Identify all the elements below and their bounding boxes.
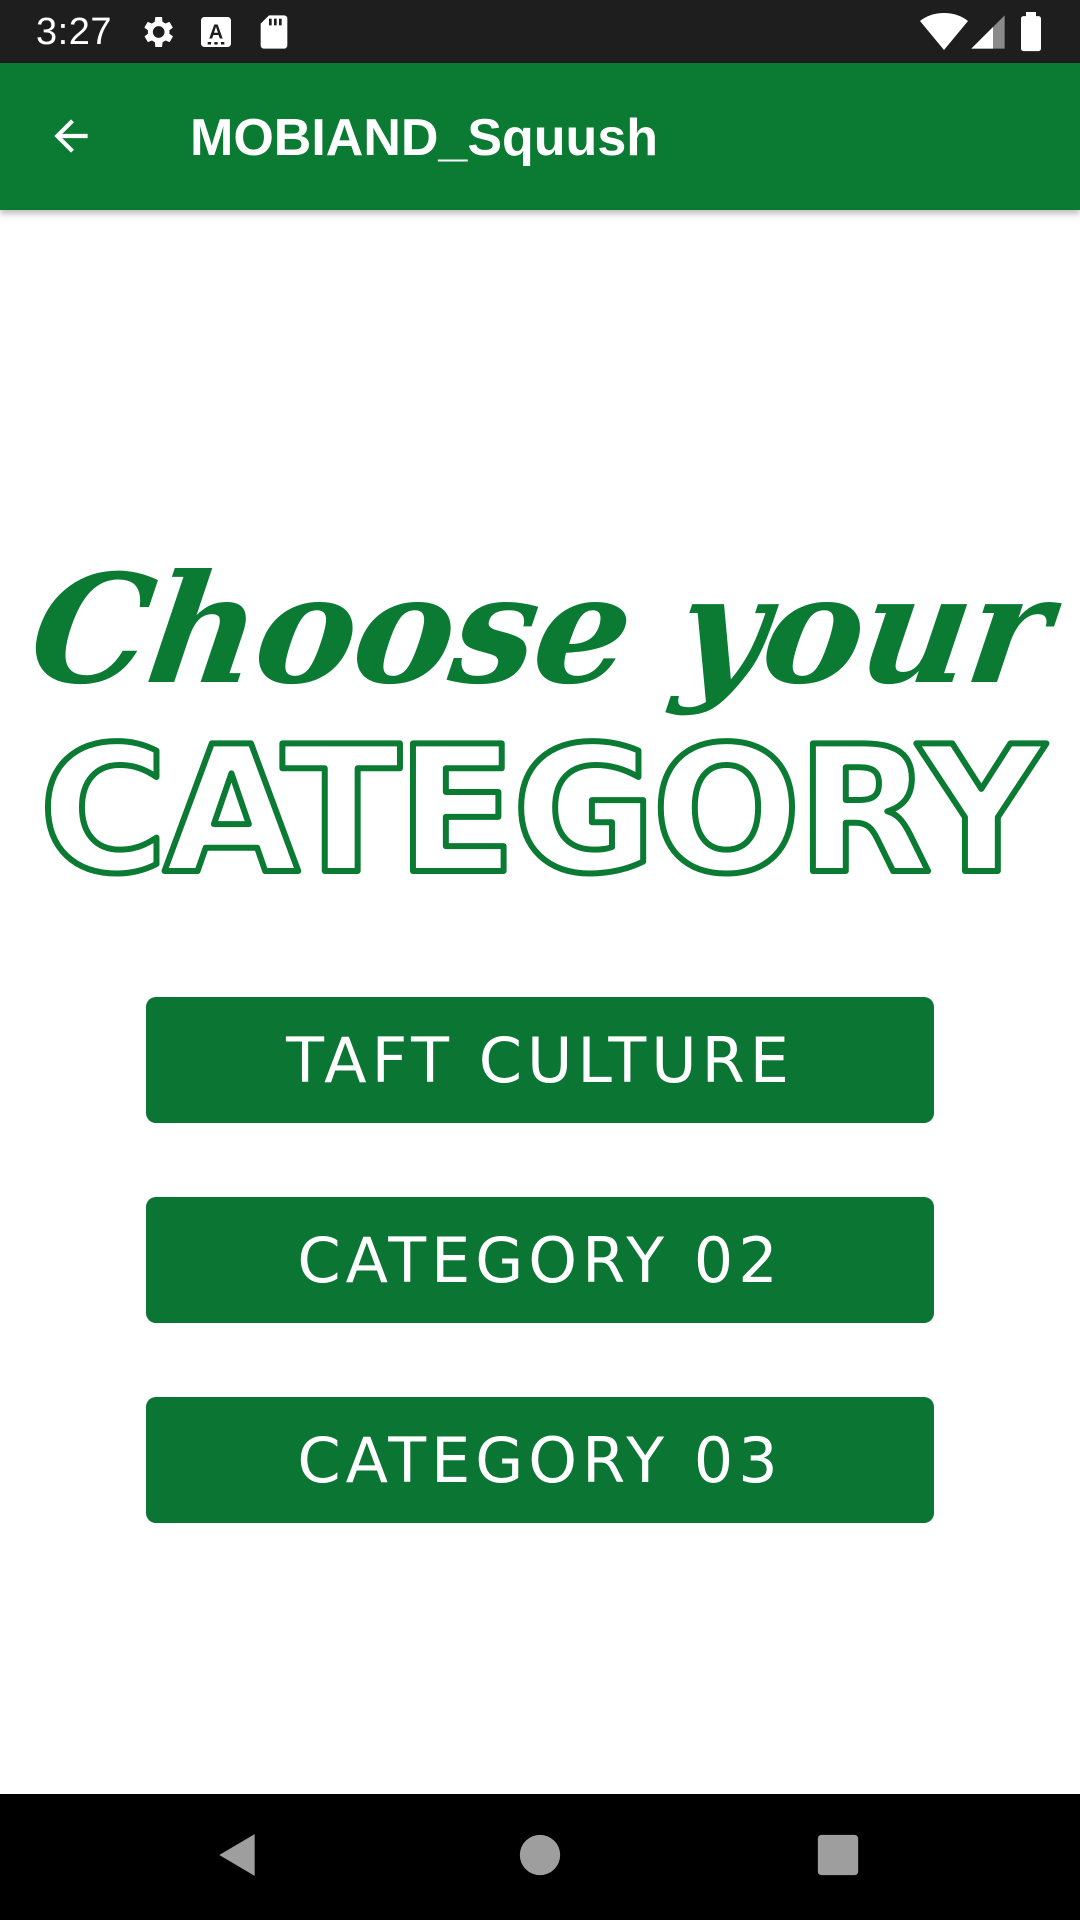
svg-text:A: A	[209, 22, 223, 44]
app-bar: MOBIAND_Squush	[0, 63, 1080, 210]
gear-icon	[137, 12, 177, 52]
screen: 3:27 A MOBIAND_Squush Choose your CATEGO…	[0, 0, 1080, 1920]
category-button-taft-culture[interactable]: TAFT CULTURE	[146, 997, 934, 1123]
svg-text:CATEGORY: CATEGORY	[39, 716, 1047, 896]
nav-recents-button[interactable]	[808, 1827, 868, 1887]
nav-back-button[interactable]	[208, 1827, 268, 1887]
heading-script-text: Choose your	[20, 542, 1060, 718]
category-button-label: CATEGORY 03	[297, 1423, 783, 1497]
a-keyboard-icon: A	[196, 12, 236, 52]
battery-icon	[1016, 12, 1046, 52]
nav-home-button[interactable]	[510, 1827, 570, 1887]
back-button[interactable]	[36, 103, 106, 173]
back-triangle-icon	[213, 1830, 263, 1885]
sd-card-icon	[254, 12, 294, 52]
category-button-label: TAFT CULTURE	[286, 1023, 794, 1097]
category-button-label: CATEGORY 02	[297, 1223, 783, 1297]
wifi-icon	[920, 12, 968, 52]
signal-icon	[968, 12, 1008, 52]
status-time: 3:27	[36, 11, 112, 53]
category-button-02[interactable]: CATEGORY 02	[146, 1197, 934, 1323]
home-circle-icon	[518, 1833, 562, 1882]
heading-category-text: CATEGORY	[36, 716, 1054, 896]
navigation-bar	[0, 1794, 1080, 1920]
app-title: MOBIAND_Squush	[190, 109, 658, 167]
heading-graphic: Choose your CATEGORY	[0, 540, 1080, 900]
status-bar: 3:27 A	[0, 0, 1080, 63]
recents-square-icon	[816, 1833, 860, 1882]
arrow-back-icon	[46, 111, 96, 166]
category-button-03[interactable]: CATEGORY 03	[146, 1397, 934, 1523]
